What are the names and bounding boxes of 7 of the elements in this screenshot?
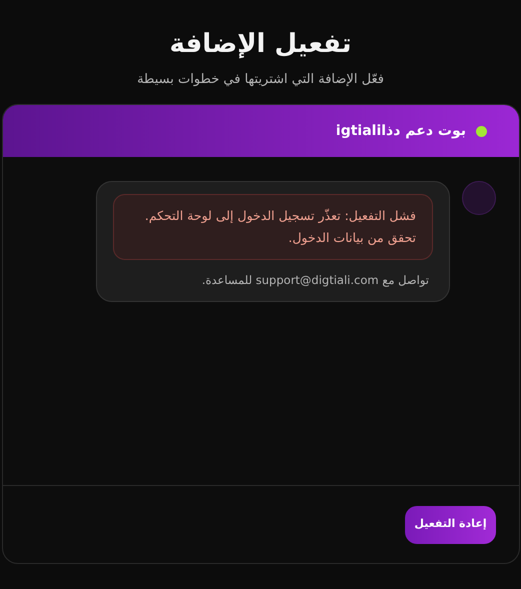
support-note: تواصل مع support@digtiali.com للمساعدة. <box>200 272 430 289</box>
page-subtitle: فعّل الإضافة التي اشتريتها في خطوات بسيطة <box>137 71 384 89</box>
page-title: تفعيل الإضافة <box>170 28 352 61</box>
bot-name: بوت دعم دذاigtiali <box>336 122 466 140</box>
reactivate-button[interactable]: إعادة التفعيل <box>405 506 496 544</box>
error-message: فشل التفعيل: تعذّر تسجيل الدخول إلى لوحة التحكم. تحقق من بيانات الدخول. <box>113 194 433 260</box>
bot-avatar <box>462 181 496 215</box>
